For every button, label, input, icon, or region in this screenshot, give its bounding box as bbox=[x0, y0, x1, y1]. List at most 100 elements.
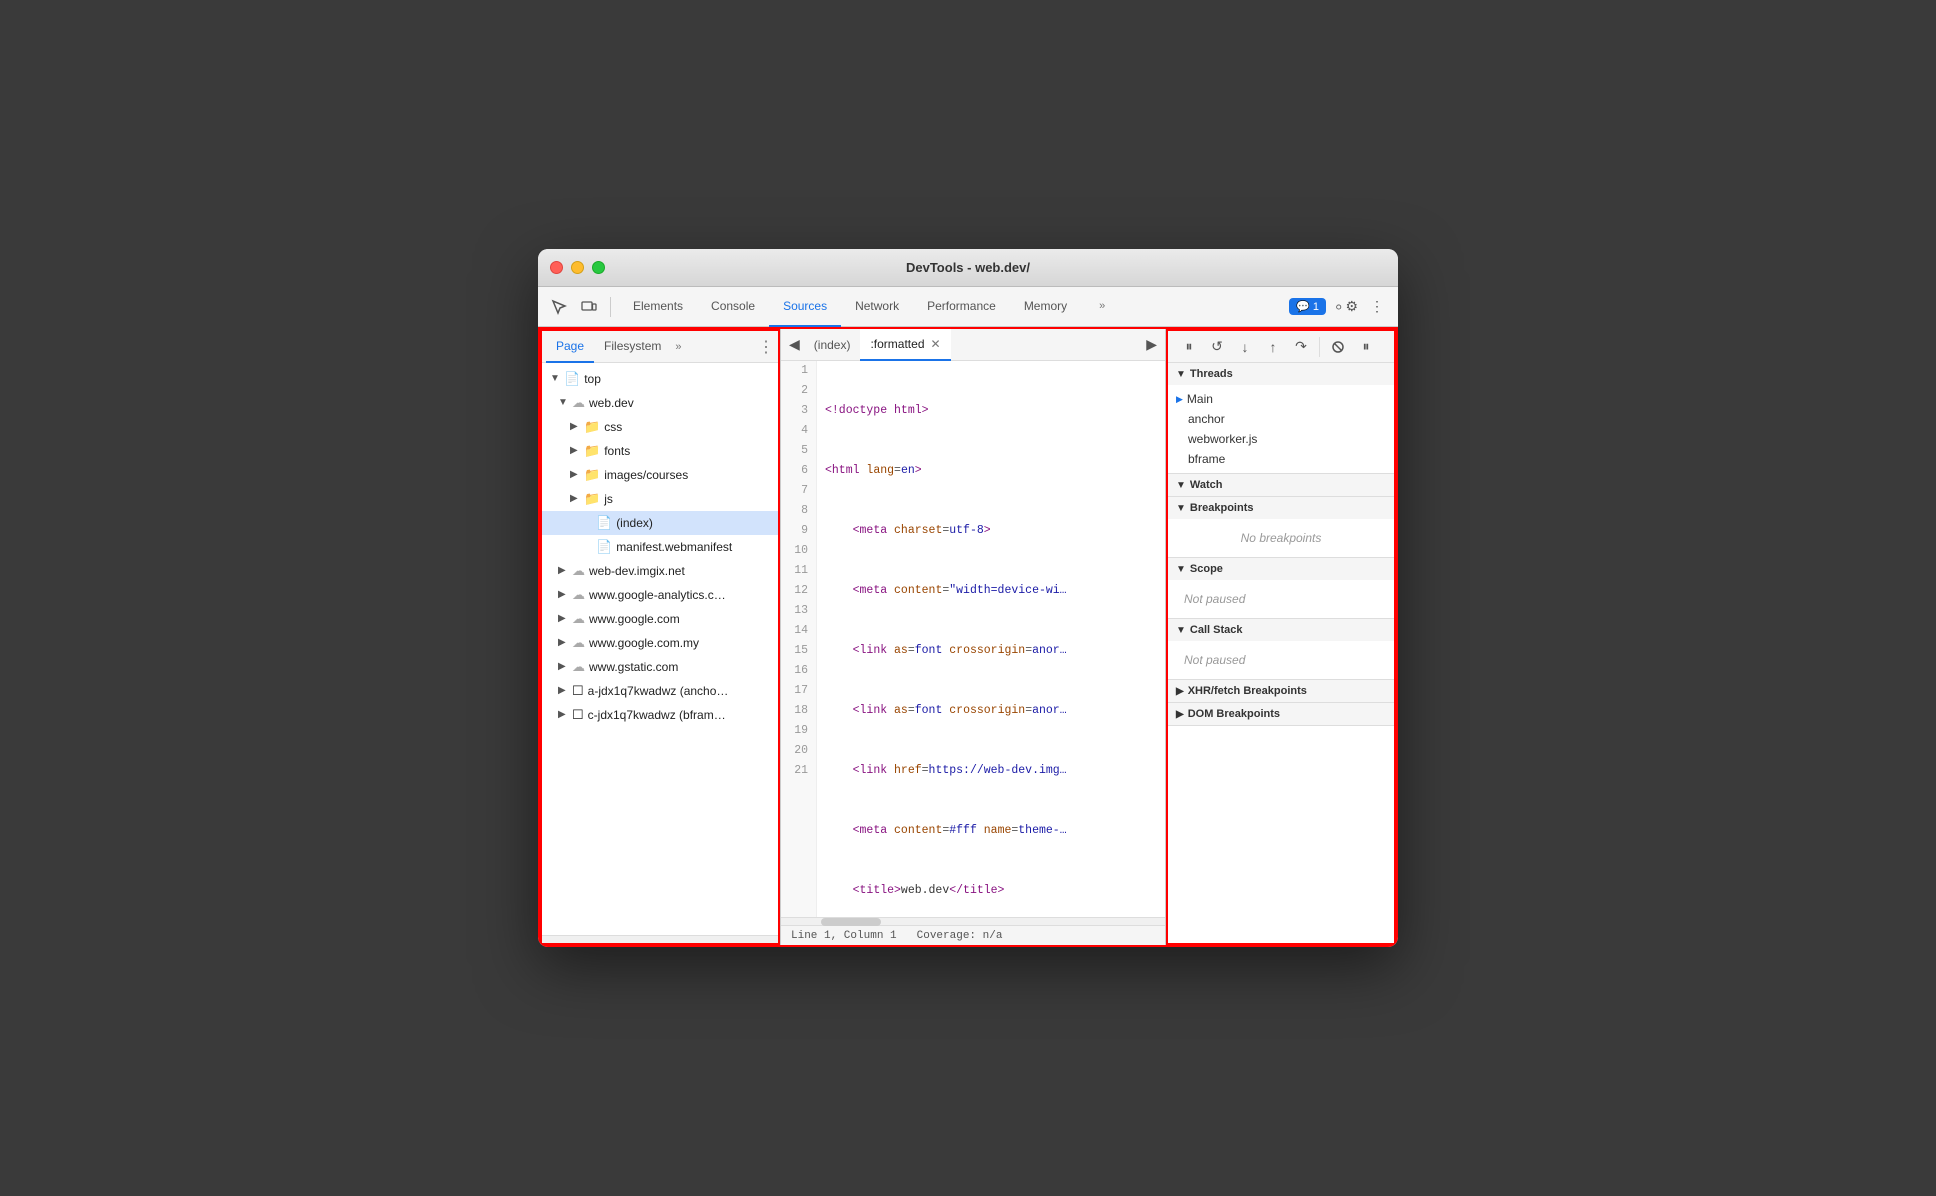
breakpoints-header[interactable]: ▼ Breakpoints bbox=[1168, 497, 1394, 519]
tree-item-googlemy[interactable]: ▶ ☁ www.google.com.my bbox=[542, 631, 778, 655]
arrow-icon: ▶ bbox=[558, 585, 572, 605]
dom-breakpoints-header[interactable]: ▶ DOM Breakpoints bbox=[1168, 703, 1394, 725]
line-numbers: 12345 678910 1112131415 1617181920 21 bbox=[781, 361, 817, 917]
tree-item-index[interactable]: 📄 (index) bbox=[542, 511, 778, 535]
pause-on-exception-button[interactable]: ⏸ bbox=[1353, 334, 1379, 360]
folder-icon: 📁 bbox=[584, 441, 600, 461]
editor-tab-next-button[interactable]: ▶ bbox=[1142, 336, 1161, 353]
editor-position: Line 1, Column 1 bbox=[791, 926, 897, 946]
toolbar-separator bbox=[610, 297, 611, 317]
more-tabs-button[interactable]: » bbox=[1085, 287, 1119, 327]
devtools-body: Page Filesystem » ⋮ ▼ 📄 top ▼ ☁ web.dev bbox=[538, 327, 1398, 947]
editor-tab-close-button[interactable]: ✕ bbox=[931, 337, 941, 351]
cloud-icon: ☁ bbox=[572, 609, 585, 629]
watch-header[interactable]: ▼ Watch bbox=[1168, 474, 1394, 496]
folder-icon: 📁 bbox=[584, 417, 600, 437]
tree-item-js[interactable]: ▶ 📁 js bbox=[542, 487, 778, 511]
settings-icon[interactable]: ⚙ bbox=[1332, 294, 1358, 320]
tab-performance[interactable]: Performance bbox=[913, 287, 1010, 327]
arrow-icon: ▶ bbox=[570, 417, 584, 437]
more-options-icon[interactable]: ⋮ bbox=[1364, 294, 1390, 320]
minimize-button[interactable] bbox=[571, 261, 584, 274]
left-panel: Page Filesystem » ⋮ ▼ 📄 top ▼ ☁ web.dev bbox=[540, 329, 780, 945]
threads-section: ▼ Threads Main anchor webworker.js bfram… bbox=[1168, 363, 1394, 474]
tree-item-gstatic[interactable]: ▶ ☁ www.gstatic.com bbox=[542, 655, 778, 679]
callstack-section: ▼ Call Stack Not paused bbox=[1168, 619, 1394, 680]
tree-item-imgix[interactable]: ▶ ☁ web-dev.imgix.net bbox=[542, 559, 778, 583]
editor-tab-prev-button[interactable]: ◀ bbox=[785, 336, 804, 353]
inspect-icon[interactable] bbox=[546, 294, 572, 320]
thread-bframe[interactable]: bframe bbox=[1168, 449, 1394, 469]
right-panel: ⏸ ↺ ↓ ↑ ↷ ⏸ ▼ Threads bbox=[1166, 329, 1396, 945]
callstack-not-paused: Not paused bbox=[1168, 645, 1394, 675]
callstack-header[interactable]: ▼ Call Stack bbox=[1168, 619, 1394, 641]
scrollbar-thumb[interactable] bbox=[821, 918, 881, 926]
file-tree: ▼ 📄 top ▼ ☁ web.dev ▶ 📁 css bbox=[542, 363, 778, 935]
arrow-icon: ▼ bbox=[558, 393, 572, 413]
scope-header[interactable]: ▼ Scope bbox=[1168, 558, 1394, 580]
breakpoints-section: ▼ Breakpoints No breakpoints bbox=[1168, 497, 1394, 558]
step-into-button[interactable]: ↓ bbox=[1232, 334, 1258, 360]
arrow-icon: ▶ bbox=[570, 489, 584, 509]
comment-count: 1 bbox=[1313, 301, 1319, 313]
arrow-icon: ▶ bbox=[558, 609, 572, 629]
left-scrollbar-horizontal[interactable] bbox=[542, 935, 778, 943]
editor-tab-formatted[interactable]: :formatted ✕ bbox=[860, 329, 950, 361]
tree-item-google[interactable]: ▶ ☁ www.google.com bbox=[542, 607, 778, 631]
comment-icon: 💬 bbox=[1296, 300, 1310, 313]
step-out-button[interactable]: ↑ bbox=[1260, 334, 1286, 360]
tree-item-top[interactable]: ▼ 📄 top bbox=[542, 367, 778, 391]
arrow-icon: ▶ bbox=[570, 441, 584, 461]
device-toggle-icon[interactable] bbox=[576, 294, 602, 320]
tree-item-images[interactable]: ▶ 📁 images/courses bbox=[542, 463, 778, 487]
close-button[interactable] bbox=[550, 261, 563, 274]
maximize-button[interactable] bbox=[592, 261, 605, 274]
watch-arrow: ▼ bbox=[1176, 480, 1186, 491]
editor-tab-index[interactable]: (index) bbox=[804, 329, 861, 361]
dom-arrow: ▶ bbox=[1176, 709, 1184, 720]
step-button[interactable]: ↷ bbox=[1288, 334, 1314, 360]
tree-item-manifest[interactable]: 📄 manifest.webmanifest bbox=[542, 535, 778, 559]
deactivate-breakpoints-button[interactable] bbox=[1325, 334, 1351, 360]
page-icon: ☐ bbox=[572, 705, 584, 725]
xhr-header[interactable]: ▶ XHR/fetch Breakpoints bbox=[1168, 680, 1394, 702]
tab-network[interactable]: Network bbox=[841, 287, 913, 327]
code-area[interactable]: 12345 678910 1112131415 1617181920 21 <!… bbox=[781, 361, 1165, 917]
toolbar-right: 💬 1 ⚙ ⋮ bbox=[1289, 294, 1390, 320]
xhr-arrow: ▶ bbox=[1176, 686, 1184, 697]
tab-memory[interactable]: Memory bbox=[1010, 287, 1081, 327]
tree-item-webdev[interactable]: ▼ ☁ web.dev bbox=[542, 391, 778, 415]
folder-icon: 📄 bbox=[564, 369, 580, 389]
code-content: <!doctype html> <html lang=en> <meta cha… bbox=[817, 361, 1165, 917]
pause-button[interactable]: ⏸ bbox=[1176, 334, 1202, 360]
tree-item-analytics[interactable]: ▶ ☁ www.google-analytics.c… bbox=[542, 583, 778, 607]
debugger-separator bbox=[1319, 337, 1320, 357]
thread-webworker[interactable]: webworker.js bbox=[1168, 429, 1394, 449]
tree-item-anchor[interactable]: ▶ ☐ a-jdx1q7kwadwz (ancho… bbox=[542, 679, 778, 703]
debugger-toolbar: ⏸ ↺ ↓ ↑ ↷ ⏸ bbox=[1168, 331, 1394, 363]
cloud-icon: ☁ bbox=[572, 633, 585, 653]
tab-elements[interactable]: Elements bbox=[619, 287, 697, 327]
tab-filesystem[interactable]: Filesystem bbox=[594, 331, 671, 363]
step-over-button[interactable]: ↺ bbox=[1204, 334, 1230, 360]
tree-item-fonts[interactable]: ▶ 📁 fonts bbox=[542, 439, 778, 463]
main-toolbar: Elements Console Sources Network Perform… bbox=[538, 287, 1398, 327]
thread-anchor[interactable]: anchor bbox=[1168, 409, 1394, 429]
tab-sources[interactable]: Sources bbox=[769, 287, 841, 327]
more-left-tabs[interactable]: » bbox=[675, 341, 681, 353]
cloud-icon: ☁ bbox=[572, 561, 585, 581]
threads-header[interactable]: ▼ Threads bbox=[1168, 363, 1394, 385]
left-panel-menu[interactable]: ⋮ bbox=[758, 337, 774, 357]
xhr-section: ▶ XHR/fetch Breakpoints bbox=[1168, 680, 1394, 703]
thread-main[interactable]: Main bbox=[1168, 389, 1394, 409]
arrow-icon: ▶ bbox=[558, 657, 572, 677]
tab-page[interactable]: Page bbox=[546, 331, 594, 363]
page-icon: ☐ bbox=[572, 681, 584, 701]
editor-tabs: ◀ (index) :formatted ✕ ▶ bbox=[781, 329, 1165, 361]
tab-console[interactable]: Console bbox=[697, 287, 769, 327]
code-scrollbar-horizontal[interactable] bbox=[781, 917, 1165, 925]
middle-panel: ◀ (index) :formatted ✕ ▶ 12345 678910 11… bbox=[780, 329, 1166, 945]
tree-item-bframe[interactable]: ▶ ☐ c-jdx1q7kwadwz (bfram… bbox=[542, 703, 778, 727]
comment-badge[interactable]: 💬 1 bbox=[1289, 298, 1326, 315]
tree-item-css[interactable]: ▶ 📁 css bbox=[542, 415, 778, 439]
